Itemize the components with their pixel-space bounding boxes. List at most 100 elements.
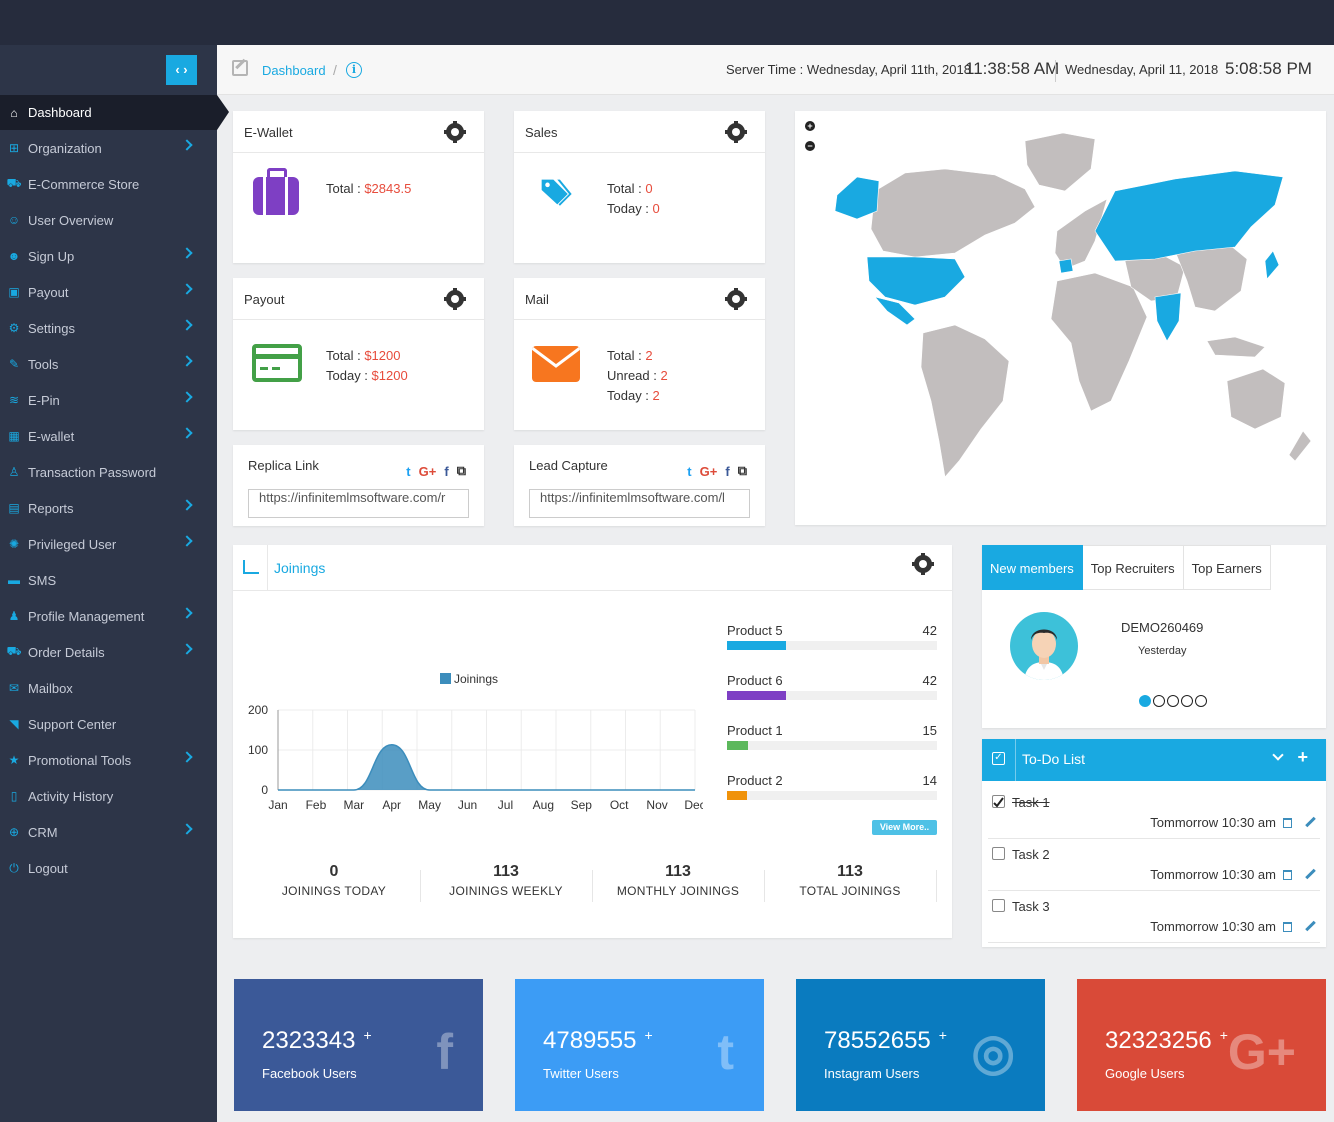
- region-usa: [866, 256, 966, 306]
- sidebar-item-promotional-tools[interactable]: ★ Promotional Tools: [0, 742, 217, 778]
- x-tick-label: Dec: [684, 798, 703, 812]
- social-count-wrap: 32323256 +: [1105, 1027, 1228, 1055]
- sidebar-item-support-center[interactable]: ◥ Support Center: [0, 706, 217, 742]
- sidebar-item-label: Reports: [28, 500, 74, 516]
- divider: [936, 870, 937, 902]
- tag-icon: [541, 179, 572, 206]
- sidebar-item-dashboard[interactable]: ⌂ Dashboard: [0, 95, 229, 130]
- y-tick-label: 200: [248, 703, 268, 717]
- carousel-dot[interactable]: [1195, 695, 1207, 707]
- breadcrumb-separator: /: [333, 62, 337, 78]
- todo-checkbox[interactable]: [992, 795, 1005, 808]
- add-task-icon[interactable]: +: [1297, 747, 1308, 768]
- tab-top-earners[interactable]: Top Earners: [1183, 545, 1271, 590]
- product-name: Product 6: [727, 673, 783, 688]
- region-japan: [1264, 250, 1280, 280]
- world-map[interactable]: + −: [795, 111, 1326, 525]
- payout-today: Today : $1200: [326, 368, 408, 383]
- region-canada: [870, 168, 1036, 258]
- region-russia: [1094, 170, 1284, 262]
- region-greenland: [1024, 132, 1096, 192]
- todo-checkbox[interactable]: [992, 899, 1005, 912]
- power-icon: ⏻: [9, 860, 19, 875]
- google-plus-icon[interactable]: G+: [700, 464, 718, 479]
- sidebar-item-mailbox[interactable]: ✉ Mailbox: [0, 670, 217, 706]
- pencil-icon[interactable]: [1305, 816, 1316, 828]
- trash-icon[interactable]: [1283, 922, 1292, 932]
- sidebar-item-payout[interactable]: ▣ Payout: [0, 274, 217, 310]
- info-icon[interactable]: i: [346, 62, 362, 78]
- gear-icon[interactable]: [725, 121, 747, 143]
- chevron-down-icon[interactable]: [1272, 749, 1284, 761]
- sidebar-item-profile-management[interactable]: ♟ Profile Management: [0, 598, 217, 634]
- copy-icon[interactable]: ⧉: [457, 463, 466, 479]
- sidebar-item-crm[interactable]: ⊕ CRM: [0, 814, 217, 850]
- tab-top-recruiters[interactable]: Top Recruiters: [1082, 545, 1184, 590]
- twitter-icon[interactable]: t: [406, 464, 410, 479]
- pencil-icon[interactable]: [1305, 920, 1316, 932]
- copy-icon[interactable]: ⧉: [738, 463, 747, 479]
- sidebar-toggle-button[interactable]: ‹ ›: [166, 55, 197, 85]
- sidebar-item-e-wallet[interactable]: ▦ E-wallet: [0, 418, 217, 454]
- sidebar-item-order-details[interactable]: ⛟ Order Details: [0, 634, 217, 670]
- gear-icon[interactable]: [912, 553, 934, 575]
- replica-link-input[interactable]: https://infinitemlmsoftware.com/r: [248, 489, 469, 518]
- tab-new-members[interactable]: New members: [982, 545, 1083, 590]
- twitter-icon[interactable]: t: [687, 464, 691, 479]
- carousel-dot[interactable]: [1181, 695, 1193, 707]
- trash-icon[interactable]: [1283, 870, 1292, 880]
- lead-capture-input[interactable]: https://infinitemlmsoftware.com/l: [529, 489, 750, 518]
- todo-checkbox[interactable]: [992, 847, 1005, 860]
- gear-icon[interactable]: [444, 121, 466, 143]
- breadcrumb-dashboard-link[interactable]: Dashboard: [262, 63, 326, 78]
- joining-stat-label: JOININGS TODAY: [281, 884, 387, 898]
- calendar-icon: ▦: [8, 429, 20, 443]
- sidebar-item-e-commerce-store[interactable]: ⛟ E-Commerce Store: [0, 166, 217, 202]
- gear-icon[interactable]: [725, 288, 747, 310]
- sidebar-item-activity-history[interactable]: ▯ Activity History: [0, 778, 217, 814]
- trash-icon[interactable]: [1283, 818, 1292, 828]
- home-icon: ⌂: [10, 105, 18, 120]
- sidebar-item-reports[interactable]: ▤ Reports: [0, 490, 217, 526]
- sidebar-item-sms[interactable]: ▬ SMS: [0, 562, 217, 598]
- social-card: 2323343 + Facebook Users f: [234, 979, 483, 1111]
- region-new-zealand: [1288, 430, 1312, 462]
- sidebar-item-e-pin[interactable]: ≋ E-Pin: [0, 382, 217, 418]
- product-count: 42: [922, 673, 937, 688]
- sidebar-item-transaction-password[interactable]: ♙ Transaction Password: [0, 454, 217, 490]
- divider: [1055, 60, 1056, 82]
- zoom-out-button[interactable]: −: [805, 141, 815, 151]
- book-icon: ▯: [10, 789, 18, 803]
- sidebar-item-logout[interactable]: ⏻ Logout: [0, 850, 217, 886]
- sidebar-item-settings[interactable]: ⚙ Settings: [0, 310, 217, 346]
- todo-item: Task 3 Tommorrow 10:30 am: [988, 891, 1320, 943]
- pencil-icon[interactable]: [1305, 868, 1316, 880]
- joinings-card: Joinings 0 100 200 Jan Feb Mar Apr May Jun Jul Aug…: [233, 545, 952, 938]
- chevron-right-icon: [181, 823, 193, 835]
- payout-card: Payout Total : $1200 Today : $1200: [233, 278, 484, 430]
- facebook-icon[interactable]: f: [725, 464, 729, 479]
- mail-total: Total : 2: [607, 348, 653, 363]
- carousel-dot[interactable]: [1153, 695, 1165, 707]
- facebook-icon[interactable]: f: [444, 464, 448, 479]
- social-card: 4789555 + Twitter Users t: [515, 979, 764, 1111]
- chevron-right-icon: [181, 427, 193, 439]
- google-plus-icon[interactable]: G+: [419, 464, 437, 479]
- carousel-dot[interactable]: [1139, 695, 1151, 707]
- joining-stat-value: 113: [837, 863, 863, 880]
- view-more-button[interactable]: View More..: [872, 820, 937, 835]
- todo-title: To-Do List: [1022, 751, 1086, 767]
- region-india: [1154, 292, 1182, 342]
- sidebar-item-user-overview[interactable]: ☺ User Overview: [0, 202, 217, 238]
- product-progress-bar: [727, 691, 937, 700]
- carousel-dot[interactable]: [1167, 695, 1179, 707]
- zoom-in-button[interactable]: +: [805, 121, 815, 131]
- layers-icon: ≋: [8, 393, 20, 407]
- sidebar-item-tools[interactable]: ✎ Tools: [0, 346, 217, 382]
- sidebar-item-organization[interactable]: ⊞ Organization: [0, 130, 217, 166]
- gear-icon[interactable]: [444, 288, 466, 310]
- network-icon: ⊕: [8, 825, 20, 839]
- sidebar-item-sign-up[interactable]: ☻ Sign Up: [0, 238, 217, 274]
- ewallet-total: Total : $2843.5: [326, 181, 412, 196]
- sidebar-item-privileged-user[interactable]: ✺ Privileged User: [0, 526, 217, 562]
